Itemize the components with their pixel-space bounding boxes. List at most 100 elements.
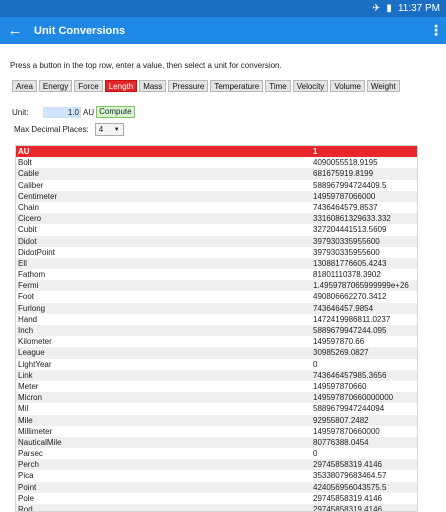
value-cell: 0: [313, 449, 318, 459]
table-row[interactable]: Pica 35338079683464.57: [16, 470, 417, 481]
value-cell: 743646457.9854: [313, 303, 374, 313]
compute-button[interactable]: Compute: [96, 106, 135, 118]
table-row[interactable]: Fermi 1.4959787065999999e+26: [16, 280, 417, 292]
unit-name-cell: Millimeter: [18, 426, 53, 436]
unit-name-cell: Micron: [18, 393, 43, 403]
value-cell: 29745858319.4146: [313, 493, 382, 503]
overflow-menu-icon[interactable]: ⋮: [426, 22, 446, 39]
value-cell: 130881776605.4243: [313, 258, 387, 268]
back-arrow-icon[interactable]: ←: [0, 22, 30, 39]
category-button-mass[interactable]: Mass: [139, 80, 167, 92]
table-row[interactable]: Bolt 4090055518.9195: [16, 157, 417, 168]
value-cell: 1.4959787065999999e+26: [313, 281, 409, 291]
table-row[interactable]: Pole 29745858319.4146: [16, 493, 417, 504]
table-row[interactable]: League 30985269.0827: [16, 347, 417, 359]
main-content: Press a button in the top row, enter a v…: [0, 44, 446, 512]
table-row[interactable]: Cubit 327204441513.5609: [16, 224, 417, 235]
table-row[interactable]: Chain 7436464579.8537: [16, 202, 417, 213]
table-row[interactable]: NauticalMile 80776388.0454: [16, 436, 417, 449]
category-button-length[interactable]: Length: [104, 80, 138, 92]
value-cell: 0: [313, 359, 318, 369]
unit-name-cell: LightYear: [18, 359, 52, 369]
unit-name-cell: Pica: [18, 471, 34, 481]
decimal-row: Max Decimal Places: 4 ▼: [14, 123, 124, 136]
status-time: 11:37 PM: [397, 3, 440, 14]
table-row[interactable]: AU 1: [16, 146, 417, 158]
table-row[interactable]: Parsec 0: [16, 448, 417, 459]
unit-name-cell: Cicero: [18, 214, 42, 224]
unit-name-cell: Foot: [18, 292, 35, 302]
value-cell: 149597870660000000: [313, 393, 394, 403]
table-row[interactable]: Micron 149597870660000000: [16, 392, 417, 404]
unit-name-cell: Parsec: [18, 449, 43, 459]
category-button-temperature[interactable]: Temperature: [210, 80, 264, 92]
unit-label: Unit:: [12, 107, 29, 117]
value-cell: 397930335955600: [313, 247, 380, 257]
value-cell: 149597870.66: [313, 337, 365, 347]
page-title: Unit Conversions: [34, 24, 126, 37]
category-button-velocity[interactable]: Velocity: [292, 80, 329, 92]
results-table[interactable]: AU 1 Bolt 4090055518.9195 Cable 681675919.819…: [15, 145, 418, 512]
category-button-time[interactable]: Time: [265, 80, 291, 92]
value-cell: 1: [313, 147, 318, 156]
table-row[interactable]: Caliber 588967994724409.5: [16, 180, 417, 191]
value-cell: 327204441513.5609: [313, 225, 387, 235]
unit-name-cell: Bolt: [18, 158, 32, 168]
table-row[interactable]: Meter 149597870660: [16, 381, 417, 392]
value-cell: 588967994724409.5: [313, 180, 387, 190]
table-row[interactable]: Link 743646457985.3656: [16, 369, 417, 381]
value-cell: 35338079683464.57: [313, 471, 387, 481]
table-row[interactable]: Mile 92955807.2482: [16, 414, 417, 426]
value-cell: 5889679947244094: [313, 404, 385, 414]
value-cell: 743646457985.3656: [313, 370, 387, 380]
category-button-area[interactable]: Area: [12, 80, 37, 92]
table-row[interactable]: Foot 490806662270.3412: [16, 291, 417, 302]
category-button-force[interactable]: Force: [74, 80, 103, 92]
value-input[interactable]: 1.0: [43, 106, 81, 118]
table-row[interactable]: Point 424056956043575.5: [16, 481, 417, 493]
value-cell: 30985269.0827: [313, 348, 369, 358]
unit-name-cell: Mile: [18, 415, 33, 425]
value-cell: 681675919.8199: [313, 169, 374, 179]
value-cell: 29745858319.4146: [313, 505, 382, 512]
table-row[interactable]: Rod 29745858319.4146: [16, 504, 417, 512]
category-buttons: Area Energy Force Length Mass Pressure Tempera…: [12, 80, 400, 92]
table-row[interactable]: Kilometer 149597870.66: [16, 336, 417, 347]
category-button-pressure[interactable]: Pressure: [168, 80, 209, 92]
value-cell: 14959787066000: [313, 191, 376, 201]
unit-name-cell: Link: [18, 370, 33, 380]
table-row[interactable]: Centimeter 14959787066000: [16, 190, 417, 202]
unit-name-cell: Meter: [18, 381, 39, 391]
value-cell: 33160861329633.332: [313, 214, 391, 224]
table-row[interactable]: Fathom 81801110378.3902: [16, 269, 417, 280]
value-cell: 81801110378.3902: [313, 270, 381, 280]
unit-row: Unit: 1.0 AU Compute: [12, 106, 135, 118]
table-row[interactable]: DidotPoint 397930335955600: [16, 247, 417, 258]
value-cell: 80776388.0454: [313, 437, 369, 447]
category-button-volume[interactable]: Volume: [330, 80, 365, 92]
value-cell: 149597870660: [313, 381, 367, 391]
value-cell: 149597870660000: [313, 426, 380, 436]
decimal-value: 4: [98, 125, 104, 134]
table-row[interactable]: Cicero 33160861329633.332: [16, 213, 417, 225]
table-row[interactable]: Perch 29745858319.4146: [16, 459, 417, 471]
table-row[interactable]: Furlong 743646457.9854: [16, 302, 417, 314]
table-row[interactable]: Inch 5889679947244.095: [16, 325, 417, 337]
table-row[interactable]: Millimeter 149597870660000: [16, 426, 417, 437]
category-button-weight[interactable]: Weight: [367, 80, 400, 92]
unit-name-cell: Didot: [18, 236, 37, 246]
value-cell: 5889679947244.095: [313, 326, 387, 335]
table-row[interactable]: Mil 5889679947244094: [16, 403, 417, 414]
unit-name-cell: Ell: [18, 258, 27, 268]
unit-name-cell: Rod: [18, 505, 33, 512]
table-row[interactable]: Hand 1472419986811.0237: [16, 314, 417, 325]
value-cell: 1472419986811.0237: [313, 314, 391, 324]
unit-name-cell: Chain: [18, 202, 39, 212]
unit-name-cell: Fermi: [18, 281, 39, 291]
table-row[interactable]: Ell 130881776605.4243: [16, 257, 417, 270]
table-row[interactable]: Cable 681675919.8199: [16, 168, 417, 180]
table-row[interactable]: LightYear 0: [16, 359, 417, 370]
decimal-select[interactable]: 4 ▼: [94, 123, 124, 136]
table-row[interactable]: Didot 397930335955600: [16, 235, 417, 247]
category-button-energy[interactable]: Energy: [38, 80, 73, 92]
